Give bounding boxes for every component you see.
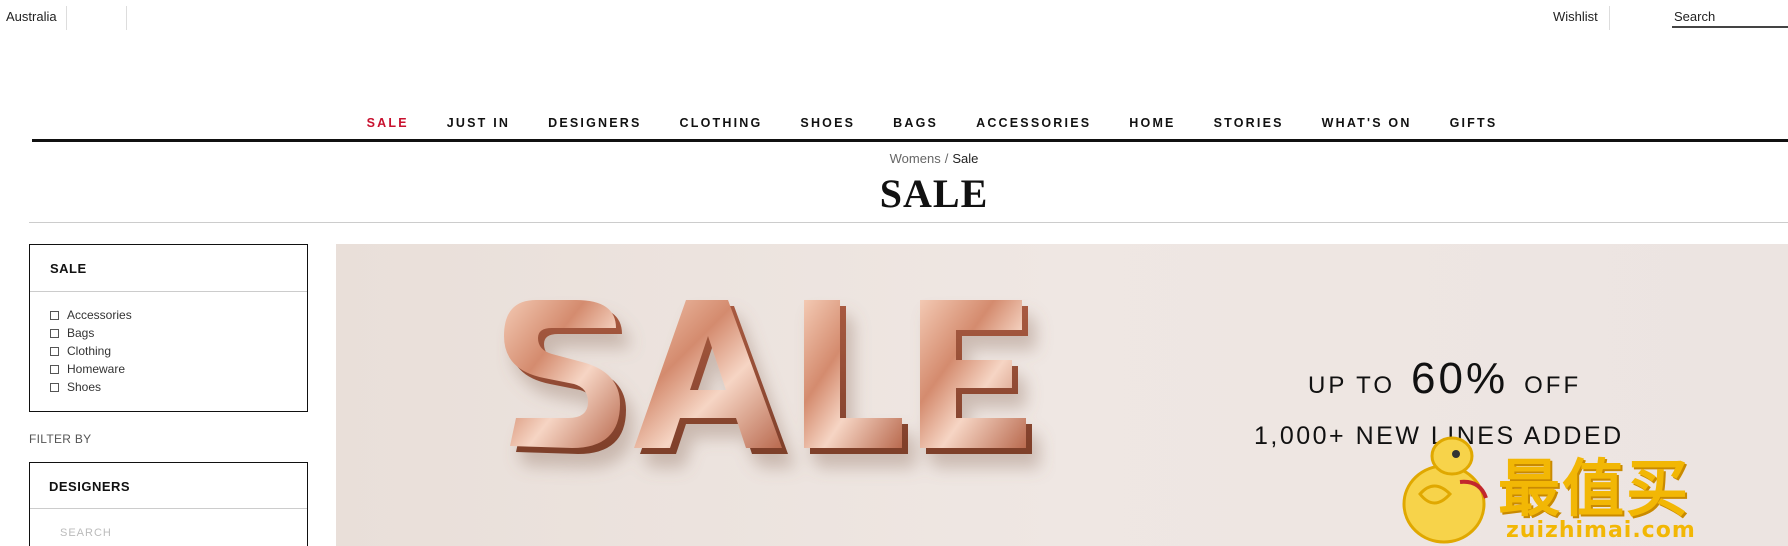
checkbox-icon[interactable] (50, 364, 59, 374)
breadcrumb-separator: / (944, 151, 949, 166)
promo-suffix: OFF (1524, 372, 1582, 399)
category-filter-title[interactable]: SALE (30, 245, 307, 292)
category-option[interactable]: Clothing (50, 342, 307, 360)
promo-prefix: UP TO (1308, 372, 1396, 399)
title-divider (29, 222, 1788, 223)
nav-item-gifts[interactable]: GIFTS (1450, 116, 1498, 130)
nav-item-home[interactable]: HOME (1129, 116, 1175, 130)
promo-value: 60% (1411, 354, 1509, 403)
designers-filter-title[interactable]: DESIGNERS (30, 463, 307, 509)
divider (1609, 6, 1610, 30)
category-label: Accessories (67, 308, 132, 322)
nav-item-bags[interactable]: BAGS (893, 116, 938, 130)
checkbox-icon[interactable] (50, 346, 59, 356)
category-label: Homeware (67, 362, 126, 376)
divider (66, 6, 67, 30)
category-list: Accessories Bags Clothing Homeware Shoes (30, 292, 307, 396)
watermark-text: 最值买 (1498, 452, 1691, 525)
search-box (1672, 6, 1788, 28)
breadcrumb-womens[interactable]: Womens (890, 151, 941, 166)
category-filter-panel: SALE Accessories Bags Clothing Homeware … (29, 244, 308, 412)
nav-item-shoes[interactable]: SHOES (800, 116, 855, 130)
wishlist-link[interactable]: Wishlist (1553, 9, 1598, 24)
category-option[interactable]: Bags (50, 324, 307, 342)
nav-item-accessories[interactable]: ACCESSORIES (976, 116, 1091, 130)
breadcrumb-current: Sale (952, 151, 979, 166)
designers-filter-panel: DESIGNERS (29, 462, 308, 546)
nav-item-designers[interactable]: DESIGNERS (548, 116, 641, 130)
checkbox-icon[interactable] (50, 310, 59, 320)
nav-item-stories[interactable]: STORIES (1214, 116, 1284, 130)
category-option[interactable]: Homeware (50, 360, 307, 378)
watermark-logo: 最值买 zuizhimai.com (1390, 434, 1788, 546)
sale-3d-lettering (504, 300, 1032, 454)
checkbox-icon[interactable] (50, 382, 59, 392)
nav-item-just-in[interactable]: JUST IN (447, 116, 510, 130)
mascot-icon (1402, 436, 1488, 544)
category-label: Shoes (67, 380, 102, 394)
checkbox-icon[interactable] (50, 328, 59, 338)
country-selector[interactable]: Australia (6, 9, 57, 24)
nav-item-sale[interactable]: SALE (367, 116, 409, 130)
designer-search-input[interactable] (60, 527, 260, 539)
watermark-site: zuizhimai.com (1506, 518, 1696, 543)
nav-item-whats-on[interactable]: WHAT'S ON (1322, 116, 1412, 130)
search-input[interactable] (1672, 6, 1788, 26)
category-label: Clothing (67, 344, 112, 358)
category-option[interactable]: Shoes (50, 378, 307, 396)
breadcrumb: Womens / Sale (0, 151, 1788, 166)
category-option[interactable]: Accessories (50, 306, 307, 324)
page-title: SALE (879, 171, 989, 216)
utility-bar: Australia Wishlist (0, 0, 1788, 34)
promo-headline: UP TO 60% OFF (1308, 354, 1581, 404)
filter-by-label: FILTER BY (29, 432, 92, 446)
category-label: Bags (67, 326, 95, 340)
main-nav: SALE JUST IN DESIGNERS CLOTHING SHOES BA… (32, 114, 1788, 142)
divider (126, 6, 127, 30)
nav-item-clothing[interactable]: CLOTHING (680, 116, 763, 130)
